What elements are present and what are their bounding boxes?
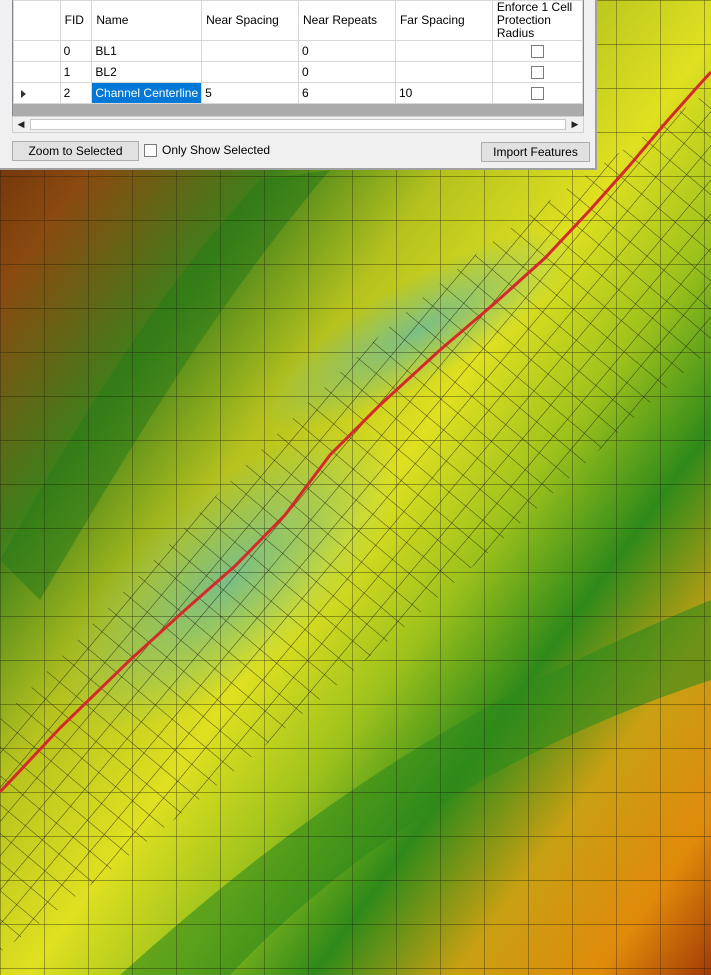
enforce-checkbox[interactable] bbox=[530, 66, 544, 80]
features-table: FID Name Near Spacing Near Repeats Far S… bbox=[13, 0, 583, 104]
table-row-current[interactable]: 2 Channel Centerline 5 6 10 bbox=[13, 82, 583, 104]
enforce-checkbox[interactable] bbox=[530, 45, 544, 59]
cell-far-spacing[interactable]: 10 bbox=[394, 82, 493, 104]
cell-far-spacing[interactable] bbox=[394, 61, 493, 83]
table-header-row: FID Name Near Spacing Near Repeats Far S… bbox=[13, 0, 583, 41]
scroll-right-icon[interactable]: ▶ bbox=[567, 117, 583, 132]
scroll-thumb[interactable] bbox=[30, 119, 566, 130]
row-header-corner bbox=[13, 0, 61, 41]
features-panel: FID Name Near Spacing Near Repeats Far S… bbox=[0, 0, 597, 170]
cell-enforce[interactable] bbox=[491, 40, 583, 62]
row-header[interactable] bbox=[13, 82, 61, 104]
only-show-selected-option[interactable]: Only Show Selected bbox=[144, 143, 271, 158]
current-row-arrow-icon bbox=[21, 89, 26, 98]
cell-fid[interactable]: 0 bbox=[59, 40, 93, 62]
row-header[interactable] bbox=[13, 40, 61, 62]
column-header-fid[interactable]: FID bbox=[59, 0, 93, 41]
cell-near-spacing[interactable]: 5 bbox=[201, 82, 299, 104]
cell-name[interactable]: BL2 bbox=[91, 61, 203, 83]
table-row[interactable]: 0 BL1 0 bbox=[13, 40, 583, 62]
horizontal-scrollbar[interactable]: ◀ ▶ bbox=[12, 116, 584, 133]
cell-enforce[interactable] bbox=[491, 61, 583, 83]
cell-near-repeats[interactable]: 0 bbox=[298, 40, 396, 62]
scroll-left-icon[interactable]: ◀ bbox=[13, 117, 29, 132]
cell-near-repeats[interactable]: 6 bbox=[298, 82, 396, 104]
cell-near-repeats[interactable]: 0 bbox=[298, 61, 396, 83]
enforce-checkbox[interactable] bbox=[530, 87, 544, 101]
column-header-near-spacing[interactable]: Near Spacing bbox=[201, 0, 299, 41]
import-features-button[interactable]: Import Features bbox=[481, 142, 590, 162]
cell-name[interactable]: BL1 bbox=[91, 40, 203, 62]
only-show-selected-label: Only Show Selected bbox=[162, 143, 271, 157]
column-header-enforce-protection[interactable]: Enforce 1 Cell Protection Radius bbox=[491, 0, 583, 41]
column-header-name[interactable]: Name bbox=[91, 0, 203, 41]
features-grid: FID Name Near Spacing Near Repeats Far S… bbox=[12, 0, 584, 132]
cell-name-selected[interactable]: Channel Centerline bbox=[91, 82, 203, 104]
cell-fid[interactable]: 1 bbox=[59, 61, 93, 83]
column-header-far-spacing[interactable]: Far Spacing bbox=[394, 0, 493, 41]
column-header-near-repeats[interactable]: Near Repeats bbox=[298, 0, 396, 41]
cell-near-spacing[interactable] bbox=[201, 61, 299, 83]
cell-fid[interactable]: 2 bbox=[59, 82, 93, 104]
zoom-to-selected-button[interactable]: Zoom to Selected bbox=[12, 141, 139, 161]
cell-far-spacing[interactable] bbox=[394, 40, 493, 62]
cell-near-spacing[interactable] bbox=[201, 40, 299, 62]
table-row[interactable]: 1 BL2 0 bbox=[13, 61, 583, 83]
cell-enforce[interactable] bbox=[491, 82, 583, 104]
row-header[interactable] bbox=[13, 61, 61, 83]
only-show-selected-checkbox[interactable] bbox=[144, 144, 157, 158]
